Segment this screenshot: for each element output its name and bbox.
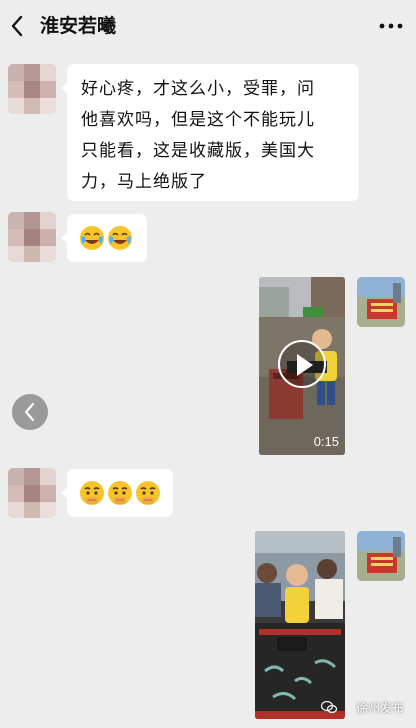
- shushing-face-emoji-icon: [136, 481, 160, 505]
- contact-avatar[interactable]: [8, 64, 56, 114]
- back-chevron-icon[interactable]: [6, 12, 30, 40]
- my-avatar[interactable]: [357, 531, 405, 581]
- previous-button[interactable]: [12, 394, 48, 430]
- video-duration: 0:15: [313, 434, 339, 449]
- message-bubble-emoji[interactable]: [61, 469, 173, 517]
- my-avatar[interactable]: [357, 277, 405, 327]
- photo-thumbnail: [255, 531, 345, 719]
- play-button-icon[interactable]: [278, 340, 326, 388]
- avatar-image: [357, 277, 405, 327]
- video-message[interactable]: 0:15: [259, 277, 345, 455]
- chat-title: 淮安若曦: [40, 15, 117, 37]
- more-options-icon[interactable]: [376, 12, 406, 40]
- image-message[interactable]: [255, 531, 345, 719]
- message-text: 好心疼，才这么小，受罪，问 他喜欢吗，但是这个不能玩儿 只能看，这是收藏版，美国…: [81, 79, 315, 192]
- shushing-face-emoji-icon: [80, 481, 104, 505]
- shushing-face-emoji-icon: [108, 481, 132, 505]
- contact-avatar[interactable]: [8, 212, 56, 262]
- chevron-left-icon: [24, 402, 35, 422]
- avatar-image: [357, 531, 405, 581]
- wechat-icon: [321, 701, 337, 713]
- crying-laughing-emoji-icon: [108, 226, 132, 250]
- message-bubble-emoji[interactable]: [61, 214, 147, 262]
- message-bubble-text[interactable]: 好心疼，才这么小，受罪，问 他喜欢吗，但是这个不能玩儿 只能看，这是收藏版，美国…: [61, 64, 359, 201]
- contact-avatar[interactable]: [8, 468, 56, 518]
- chat-header: 淮安若曦: [0, 0, 416, 52]
- crying-laughing-emoji-icon: [80, 226, 104, 250]
- watermark: [321, 701, 337, 713]
- watermark-text: 徐州发布: [355, 701, 404, 715]
